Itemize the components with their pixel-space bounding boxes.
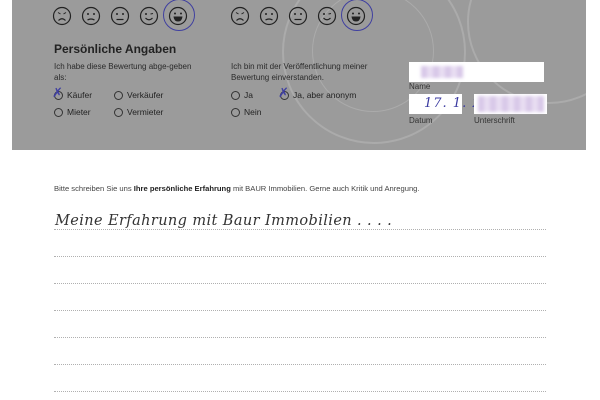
rating-option-5[interactable] <box>163 0 195 31</box>
redacted-signature <box>478 96 544 112</box>
role-question: Ich habe diese Bewertung abge-geben als: <box>54 62 192 82</box>
experience-intro: Bitte schreiben Sie uns Ihre persönliche… <box>54 184 420 193</box>
date-label: Datum <box>409 116 433 125</box>
rating-option-2[interactable] <box>81 6 101 26</box>
rating-faces-group-2 <box>230 0 373 31</box>
rating-option-2[interactable] <box>259 6 279 26</box>
role-option-label: Mieter <box>67 107 91 117</box>
rating-option-3[interactable] <box>288 6 308 26</box>
neutral-face-icon <box>110 6 130 26</box>
selected-rating-circle <box>341 0 373 31</box>
role-option-label: Verkäufer <box>127 90 164 100</box>
rating-option-3[interactable] <box>110 6 130 26</box>
very-unhappy-face-icon <box>52 6 72 26</box>
signature-field[interactable] <box>474 94 547 114</box>
intro-suffix: mit BAUR Immobilien. Gerne auch Kritik u… <box>230 184 420 193</box>
writing-line <box>54 337 546 338</box>
role-option-label: Vermieter <box>127 107 164 117</box>
handwritten-experience: Meine Erfahrung mit Baur Immobilien . . … <box>55 213 393 229</box>
cross-mark-icon: ✗ <box>278 85 289 101</box>
radio-anonym[interactable]: ✗ <box>278 86 289 101</box>
role-option-mieter[interactable]: Mieter <box>54 107 91 117</box>
cross-mark-icon: ✗ <box>52 85 63 101</box>
rating-option-4[interactable] <box>139 6 159 26</box>
selected-rating-circle <box>163 0 195 31</box>
radio-ja[interactable] <box>231 90 240 100</box>
role-option-label: Käufer <box>67 90 93 100</box>
neutral-face-icon <box>288 6 308 26</box>
intro-prefix: Bitte schreiben Sie uns <box>54 184 134 193</box>
radio-vermieter[interactable] <box>114 107 123 117</box>
watermark-seal-right <box>467 0 586 104</box>
writing-line <box>54 391 546 392</box>
rating-option-1[interactable] <box>52 6 72 26</box>
radio-nein[interactable] <box>231 107 240 117</box>
role-option-vermieter[interactable]: Vermieter <box>114 107 163 117</box>
rating-option-1[interactable] <box>230 6 250 26</box>
writing-line <box>54 310 546 311</box>
name-field[interactable] <box>409 62 544 82</box>
consent-option-label: Ja <box>244 90 253 100</box>
intro-bold: Ihre persönliche Erfahrung <box>133 184 231 193</box>
rating-panel: Persönliche Angaben Ich habe diese Bewer… <box>12 0 586 150</box>
writing-line <box>54 256 546 257</box>
rating-option-5[interactable] <box>341 0 373 31</box>
role-option-verkaeufer[interactable]: Verkäufer <box>114 90 163 100</box>
name-label: Name <box>409 82 431 91</box>
writing-line <box>54 229 546 230</box>
happy-face-icon <box>317 6 337 26</box>
very-unhappy-face-icon <box>230 6 250 26</box>
consent-option-nein[interactable]: Nein <box>231 107 261 117</box>
consent-option-label: Nein <box>244 107 262 117</box>
consent-option-ja[interactable]: Ja <box>231 90 253 100</box>
radio-verkaeufer[interactable] <box>114 90 123 100</box>
happy-face-icon <box>139 6 159 26</box>
writing-line <box>54 283 546 284</box>
consent-option-label: Ja, aber anonym <box>293 90 357 100</box>
rating-faces-group-1 <box>52 0 195 31</box>
redacted-name <box>421 66 463 78</box>
signature-label: Unterschrift <box>474 116 515 125</box>
writing-line <box>54 364 546 365</box>
rating-option-4[interactable] <box>317 6 337 26</box>
unhappy-face-icon <box>81 6 101 26</box>
section-heading: Persönliche Angaben <box>54 42 177 56</box>
consent-option-anonym[interactable]: ✗ Ja, aber anonym <box>278 86 357 101</box>
radio-kaeufer[interactable]: ✗ <box>52 86 63 101</box>
consent-question: Ich bin mit der Veröffentlichung meiner … <box>231 62 368 82</box>
role-option-kaeufer[interactable]: ✗ Käufer <box>52 86 93 101</box>
unhappy-face-icon <box>259 6 279 26</box>
radio-mieter[interactable] <box>54 107 63 117</box>
